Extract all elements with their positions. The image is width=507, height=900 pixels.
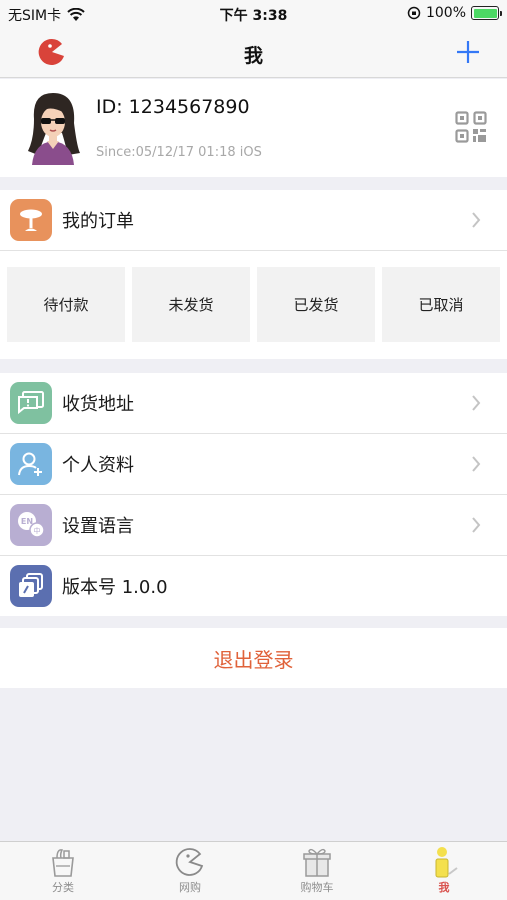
orders-icon: [10, 199, 52, 241]
tab-cart[interactable]: 购物车: [254, 846, 380, 900]
language-label: 设置语言: [62, 516, 134, 537]
battery-percent: 100%: [425, 5, 466, 21]
user-id: ID: 1234567890: [96, 96, 250, 118]
add-icon[interactable]: [453, 37, 483, 67]
page-title: 我: [243, 45, 263, 67]
chevron-right-icon: [472, 395, 481, 411]
status-bar: 无SIM卡 下午 3:38 100%: [0, 0, 507, 28]
shop-icon: [175, 848, 204, 876]
profile-card[interactable]: ID: 1234567890 Since:05/12/17 01:18 iOS: [0, 79, 507, 177]
tab-shop-label: 网购: [179, 881, 201, 894]
unshipped-button[interactable]: 未发货: [132, 267, 250, 342]
user-since: Since:05/12/17 01:18 iOS: [96, 145, 262, 160]
tab-category-label: 分类: [52, 881, 74, 894]
avatar: [28, 93, 80, 165]
chevron-right-icon: [472, 456, 481, 472]
my-orders-label: 我的订单: [62, 211, 134, 232]
tab-cart-label: 购物车: [300, 881, 334, 894]
language-icon: EN 中: [10, 504, 52, 546]
my-orders-row[interactable]: 我的订单: [0, 190, 507, 250]
version-row: 版本号 1.0.0: [0, 556, 507, 616]
shipped-button[interactable]: 已发货: [257, 267, 375, 342]
version-label: 版本号 1.0.0: [62, 577, 168, 598]
personal-info-row[interactable]: 个人资料: [0, 434, 507, 494]
address-icon: [10, 382, 52, 424]
qr-code-icon[interactable]: [455, 111, 487, 143]
svg-text:EN: EN: [21, 517, 33, 526]
tab-me-label: 我: [438, 881, 450, 894]
personal-info-label: 个人资料: [62, 455, 134, 476]
tab-bar: 分类 网购 购物车 我: [0, 841, 507, 900]
person-icon: [435, 847, 458, 878]
person-icon: [10, 443, 52, 485]
address-row[interactable]: 收货地址: [0, 373, 507, 433]
language-row[interactable]: EN 中 设置语言: [0, 495, 507, 555]
tab-me[interactable]: 我: [381, 846, 507, 900]
status-right: 100%: [407, 5, 502, 21]
pending-payment-button[interactable]: 待付款: [7, 267, 125, 342]
nav-bar: 我: [0, 28, 507, 78]
order-status-panel: 待付款 未发货 已发货 已取消: [0, 251, 507, 359]
orientation-lock-icon: [407, 6, 421, 20]
cancelled-button[interactable]: 已取消: [382, 267, 500, 342]
battery-icon: [471, 6, 502, 20]
category-icon: [52, 849, 74, 877]
gift-box-icon: [303, 848, 331, 877]
chevron-right-icon: [472, 212, 481, 228]
address-label: 收货地址: [62, 394, 134, 415]
chevron-right-icon: [472, 517, 481, 533]
logout-button[interactable]: 退出登录: [0, 628, 507, 688]
tab-shop[interactable]: 网购: [127, 846, 253, 900]
svg-text:中: 中: [34, 526, 41, 535]
version-icon: [10, 565, 52, 607]
tab-category[interactable]: 分类: [0, 846, 126, 900]
